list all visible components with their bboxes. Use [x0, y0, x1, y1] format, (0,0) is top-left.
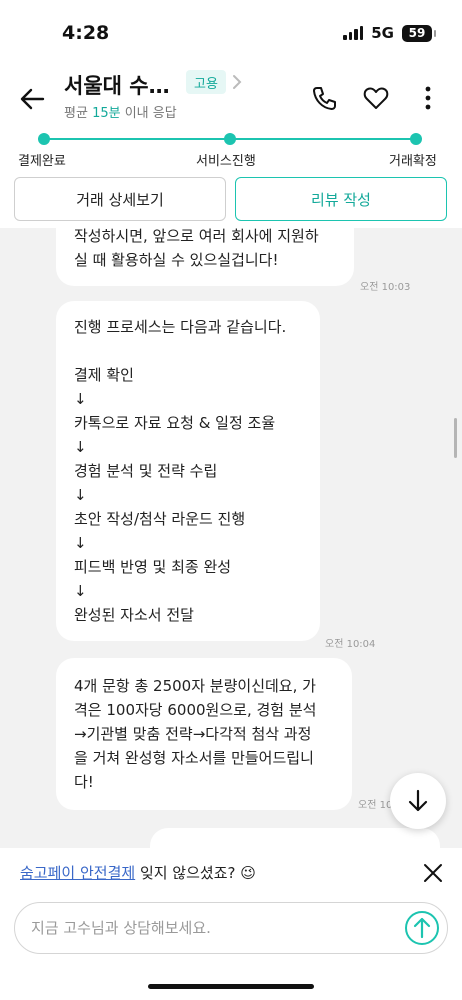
- phone-icon[interactable]: [310, 84, 338, 112]
- chat-bubble: 작성하시면, 앞으로 여러 회사에 지원하 실 때 활용하실 수 있으실겁니다!: [56, 228, 354, 286]
- chevron-right-icon[interactable]: [230, 73, 244, 91]
- page-title[interactable]: 서울대 수…: [64, 70, 170, 100]
- close-icon[interactable]: [421, 861, 445, 885]
- wink-emoji-icon: 😉: [240, 864, 256, 882]
- chat-messages[interactable]: 작성하시면, 앞으로 여러 회사에 지원하 실 때 활용하실 수 있으실겁니다!…: [0, 228, 462, 848]
- chat-header: 서울대 수… 고용 평균 15분 이내 응답: [0, 62, 462, 128]
- message-time: 오전 10:04: [325, 639, 376, 650]
- message-input[interactable]: [31, 903, 401, 953]
- heart-icon[interactable]: [362, 84, 390, 112]
- progress-step-label: 거래확정: [389, 154, 437, 169]
- message-time: 오전 10:03: [360, 282, 411, 293]
- status-bar: 4:28 5G 59: [0, 0, 462, 62]
- chat-bubble-partial: [150, 828, 440, 848]
- safe-payment-link[interactable]: 숨고페이 안전결제: [20, 864, 135, 882]
- network-type: 5G: [371, 24, 394, 42]
- battery-icon: 59: [402, 24, 436, 42]
- safe-payment-notice: 숨고페이 안전결제 잊지 않으셨죠? 😉: [0, 848, 462, 898]
- response-time: 평균 15분 이내 응답: [64, 106, 177, 121]
- status-time: 4:28: [62, 22, 110, 44]
- battery-level: 59: [408, 26, 426, 40]
- arrow-down-icon: [408, 789, 428, 812]
- scrollbar[interactable]: [454, 418, 457, 458]
- home-indicator: [148, 984, 314, 989]
- progress-step-label: 결제완료: [18, 154, 66, 169]
- progress-dot-2: [224, 133, 236, 145]
- notice-text: 숨고페이 안전결제 잊지 않으셨죠? 😉: [20, 864, 256, 882]
- chat-bubble: 4개 문항 총 2500자 분량이신데요, 가 격은 100자당 6000원으로…: [56, 658, 352, 810]
- response-time-value: 15분: [92, 106, 121, 121]
- send-arrow-icon[interactable]: [404, 910, 440, 946]
- write-review-button[interactable]: 리뷰 작성: [235, 177, 447, 221]
- signal-icon: [343, 26, 364, 40]
- back-arrow-icon[interactable]: [18, 84, 48, 114]
- message-composer: [14, 902, 448, 954]
- chat-bubble: 진행 프로세스는 다음과 같습니다. 결제 확인 ↓ 카톡으로 자료 요청 & …: [56, 301, 320, 641]
- status-indicators: 5G 59: [343, 24, 436, 42]
- transaction-detail-button[interactable]: 거래 상세보기: [14, 177, 226, 221]
- transaction-progress: 결제완료 서비스진행 거래확정: [0, 128, 462, 174]
- message-time: 오전 10: [358, 800, 393, 811]
- progress-step-label: 서비스진행: [196, 154, 256, 169]
- more-vertical-icon[interactable]: [414, 84, 442, 112]
- progress-dot-3: [410, 133, 422, 145]
- progress-dot-1: [38, 133, 50, 145]
- scroll-to-bottom-button[interactable]: [390, 773, 446, 829]
- status-badge: 고용: [186, 70, 226, 94]
- action-buttons: 거래 상세보기 리뷰 작성: [0, 177, 462, 227]
